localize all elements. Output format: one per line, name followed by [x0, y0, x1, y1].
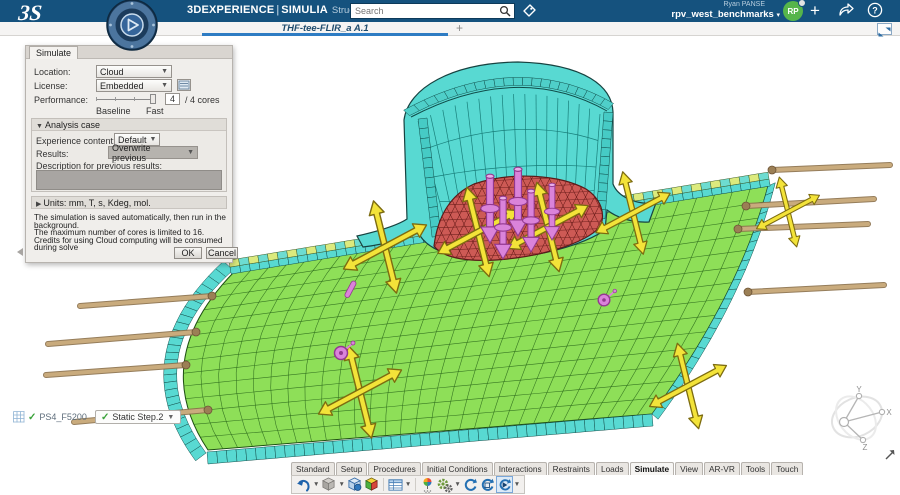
chevron-down-icon: ▼	[36, 123, 43, 130]
performance-slider[interactable]	[96, 94, 156, 104]
results-label: Results:	[36, 149, 69, 159]
units-header[interactable]: ▶ Units: mm, T, s, Kdeg, mol.	[32, 197, 226, 209]
tag-icon[interactable]	[521, 3, 537, 19]
collapse-window-button[interactable]	[877, 23, 892, 37]
check-icon: ✓	[28, 411, 37, 423]
baseline-label: Baseline	[96, 106, 131, 116]
action-bar: Standard Setup Procedures Initial Condit…	[291, 460, 804, 494]
fast-label: Fast	[146, 106, 164, 116]
svg-text:?: ?	[872, 5, 878, 15]
mesh-name-label: PS4_F5200	[39, 412, 87, 422]
description-textarea[interactable]	[36, 170, 222, 190]
chevron-down-icon: ▼	[161, 68, 168, 75]
app-window: 3S 3DEXPERIENCE|SIMULIAStructural Scenar…	[0, 0, 900, 495]
axis-x-label: X	[886, 408, 892, 417]
resize-corner-icon[interactable]	[884, 449, 896, 461]
chevron-down-icon[interactable]: ▼	[405, 481, 411, 488]
mesh-status[interactable]: ✓ PS4_F5200	[13, 410, 87, 424]
avatar-status-badge	[798, 0, 806, 7]
view-axes-triad[interactable]: Y X Z	[826, 386, 892, 452]
help-icon[interactable]: ?	[866, 2, 884, 18]
update-refresh-icon[interactable]	[479, 476, 496, 493]
share-icon[interactable]	[836, 2, 856, 17]
action-bar-tabs: Standard Setup Procedures Initial Condit…	[291, 460, 804, 475]
add-content-button[interactable]: +	[806, 2, 824, 19]
3d-compass-play-button[interactable]	[103, 0, 161, 54]
settings-gears-icon[interactable]	[436, 476, 453, 493]
tab-view[interactable]: View	[675, 462, 703, 475]
location-dropdown[interactable]: Cloud ▼	[96, 65, 172, 78]
simulate-play-icon[interactable]	[495, 476, 513, 493]
search-input[interactable]	[351, 6, 499, 16]
model-cube-icon[interactable]	[320, 476, 337, 493]
tab-standard[interactable]: Standard	[291, 462, 335, 475]
tab-procedures[interactable]: Procedures	[368, 462, 421, 475]
units-group: ▶ Units: mm, T, s, Kdeg, mol.	[31, 196, 227, 209]
ok-button[interactable]: OK	[174, 247, 202, 259]
probe-marker-icon[interactable]	[419, 476, 436, 493]
chevron-down-icon: ▾	[776, 12, 780, 19]
tab-simulate[interactable]: Simulate	[29, 46, 79, 59]
analysis-case-group: ▼ Analysis case Experience content: Defau…	[31, 118, 227, 192]
performance-label: Performance:	[34, 95, 89, 105]
dialog-notes: The simulation is saved automatically, t…	[34, 213, 226, 252]
separator	[382, 478, 384, 491]
scenario-cube-icon[interactable]	[346, 476, 363, 493]
new-tab-button[interactable]: +	[456, 22, 463, 35]
license-label: License:	[34, 81, 68, 91]
svg-text:3S: 3S	[16, 0, 43, 25]
slider-handle[interactable]	[150, 94, 156, 104]
cancel-button[interactable]: Cancel	[206, 247, 238, 259]
action-bar-icons: ▼ ▼ ▼ ▼ ▼	[291, 475, 526, 494]
chevron-down-icon[interactable]: ▼	[514, 481, 520, 488]
axis-y-label: Y	[856, 386, 862, 394]
avatar[interactable]: RP	[783, 0, 806, 21]
search-icon[interactable]	[499, 5, 511, 17]
simulate-dialog: Simulate Location: Cloud ▼ License: Embed…	[25, 45, 238, 263]
location-label: Location:	[34, 67, 71, 77]
results-cube-icon[interactable]	[363, 476, 380, 493]
analysis-case-header[interactable]: ▼ Analysis case	[32, 119, 226, 131]
chevron-down-icon: ▼	[167, 413, 175, 421]
experience-content-label: Experience content:	[36, 136, 116, 146]
check-icon: ✓	[101, 411, 110, 423]
3ds-logo[interactable]: 3S	[16, 0, 56, 26]
mesh-icon	[13, 411, 25, 423]
chevron-down-icon[interactable]: ▼	[454, 481, 460, 488]
tab-loads[interactable]: Loads	[595, 462, 629, 475]
cores-suffix-label: / 4 cores	[185, 95, 220, 105]
tab-tools[interactable]: Tools	[740, 462, 771, 475]
tab-initial-conditions[interactable]: Initial Conditions	[421, 462, 493, 475]
refresh-icon[interactable]	[462, 476, 479, 493]
chevron-down-icon[interactable]: ▼	[313, 481, 319, 488]
license-dropdown[interactable]: Embedded ▼	[96, 79, 172, 92]
tab-touch[interactable]: Touch	[771, 462, 804, 475]
tab-setup[interactable]: Setup	[335, 462, 368, 475]
results-dropdown[interactable]: Overwrite previous ▼	[108, 143, 198, 163]
chevron-down-icon: ▼	[187, 149, 194, 156]
chevron-down-icon[interactable]: ▼	[338, 481, 344, 488]
step-selector[interactable]: ✓ Static Step.2 ▼	[95, 410, 182, 424]
undo-icon[interactable]	[295, 476, 312, 493]
cores-input[interactable]: 4	[165, 93, 180, 105]
tab-interactions[interactable]: Interactions	[493, 462, 547, 475]
tab-simulate[interactable]: Simulate	[629, 462, 675, 475]
document-tab-underline	[202, 33, 448, 36]
axis-z-label: Z	[863, 443, 868, 452]
license-details-button[interactable]	[177, 79, 191, 91]
workspace-selector[interactable]: rpv_west_benchmarks ▾	[637, 9, 780, 20]
search-box[interactable]	[350, 3, 515, 19]
user-name: Ryan PANSE	[723, 1, 766, 8]
chevron-right-icon: ▶	[36, 201, 42, 208]
tab-restraints[interactable]: Restraints	[547, 462, 595, 475]
panel-collapse-arrow[interactable]	[17, 248, 23, 256]
tab-ar-vr[interactable]: AR-VR	[704, 462, 740, 475]
table-icon[interactable]	[387, 476, 404, 493]
chevron-down-icon: ▼	[161, 82, 168, 89]
separator	[415, 478, 417, 491]
